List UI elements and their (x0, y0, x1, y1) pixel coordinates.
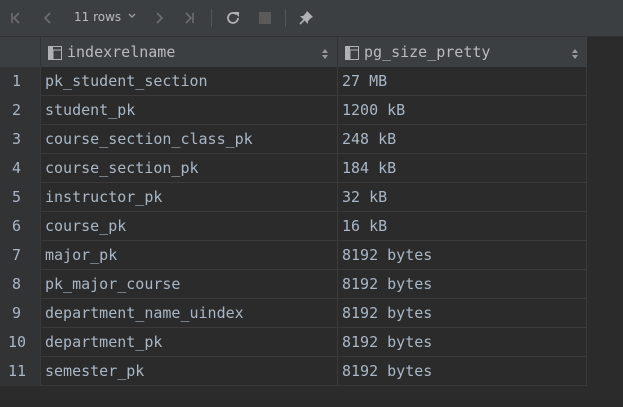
table-row[interactable]: 9 department_name_uindex 8192 bytes (0, 299, 587, 328)
column-header-indexrelname[interactable]: indexrelname (40, 37, 337, 67)
row-number: 3 (0, 125, 40, 154)
toolbar-separator (285, 9, 286, 27)
cell-size[interactable]: 1200 kB (337, 96, 587, 125)
sort-icon[interactable] (571, 45, 579, 64)
chevron-down-icon (127, 10, 137, 24)
cell-indexrelname[interactable]: course_section_class_pk (40, 125, 337, 154)
table-row[interactable]: 7 major_pk 8192 bytes (0, 241, 587, 270)
prev-page-icon[interactable] (38, 8, 58, 28)
table-row[interactable]: 2 student_pk 1200 kB (0, 96, 587, 125)
row-number: 1 (0, 67, 40, 96)
table-row[interactable]: 8 pk_major_course 8192 bytes (0, 270, 587, 299)
row-number: 5 (0, 183, 40, 212)
cell-indexrelname[interactable]: semester_pk (40, 357, 337, 386)
first-page-icon[interactable] (6, 8, 26, 28)
cell-size[interactable]: 8192 bytes (337, 241, 587, 270)
pin-icon[interactable] (296, 8, 316, 28)
row-number: 9 (0, 299, 40, 328)
cell-size[interactable]: 27 MB (337, 67, 587, 96)
row-number: 6 (0, 212, 40, 241)
table-row[interactable]: 5 instructor_pk 32 kB (0, 183, 587, 212)
row-number: 7 (0, 241, 40, 270)
row-number: 11 (0, 357, 40, 386)
table-column-icon (48, 45, 62, 60)
table-row[interactable]: 3 course_section_class_pk 248 kB (0, 125, 587, 154)
cell-size[interactable]: 184 kB (337, 154, 587, 183)
cell-size[interactable]: 8192 bytes (337, 299, 587, 328)
cell-size[interactable]: 32 kB (337, 183, 587, 212)
cell-size[interactable]: 8192 bytes (337, 328, 587, 357)
cell-indexrelname[interactable]: major_pk (40, 241, 337, 270)
cell-indexrelname[interactable]: student_pk (40, 96, 337, 125)
cell-size[interactable]: 248 kB (337, 125, 587, 154)
cell-size[interactable]: 8192 bytes (337, 357, 587, 386)
rows-count-dropdown[interactable]: 11 rows (74, 10, 137, 24)
table-column-icon (345, 45, 359, 60)
row-number: 8 (0, 270, 40, 299)
refresh-icon[interactable] (223, 8, 243, 28)
result-toolbar: 11 rows (0, 0, 623, 37)
cell-indexrelname[interactable]: department_pk (40, 328, 337, 357)
row-number: 10 (0, 328, 40, 357)
table-row[interactable]: 1 pk_student_section 27 MB (0, 67, 587, 96)
row-number: 2 (0, 96, 40, 125)
column-title: pg_size_pretty (364, 43, 491, 61)
table-row[interactable]: 4 course_section_pk 184 kB (0, 154, 587, 183)
cell-indexrelname[interactable]: course_pk (40, 212, 337, 241)
column-header-pg-size-pretty[interactable]: pg_size_pretty (337, 37, 587, 67)
rows-count-label: 11 rows (74, 10, 122, 24)
sort-icon[interactable] (321, 45, 329, 64)
cell-size[interactable]: 16 kB (337, 212, 587, 241)
cell-indexrelname[interactable]: pk_major_course (40, 270, 337, 299)
row-number: 4 (0, 154, 40, 183)
last-page-icon[interactable] (179, 8, 199, 28)
cell-size[interactable]: 8192 bytes (337, 270, 587, 299)
cell-indexrelname[interactable]: instructor_pk (40, 183, 337, 212)
column-title: indexrelname (67, 43, 176, 61)
cell-indexrelname[interactable]: course_section_pk (40, 154, 337, 183)
row-number-header (0, 37, 40, 67)
table-row[interactable]: 6 course_pk 16 kB (0, 212, 587, 241)
table-row[interactable]: 10 department_pk 8192 bytes (0, 328, 587, 357)
next-page-icon[interactable] (149, 8, 169, 28)
stop-icon[interactable] (255, 8, 275, 28)
cell-indexrelname[interactable]: department_name_uindex (40, 299, 337, 328)
cell-indexrelname[interactable]: pk_student_section (40, 67, 337, 96)
toolbar-separator (211, 9, 212, 27)
table-row[interactable]: 11 semester_pk 8192 bytes (0, 357, 587, 386)
